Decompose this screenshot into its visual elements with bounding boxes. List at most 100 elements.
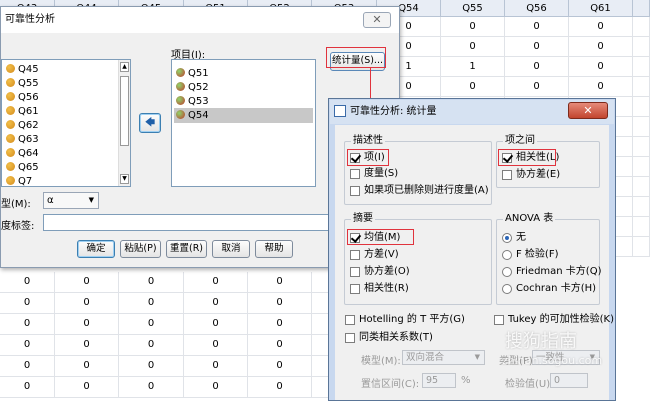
grid-cell[interactable]: 0 [0,356,55,377]
grid-cell[interactable]: 0 [505,57,569,77]
grid-cell[interactable]: 0 [55,377,119,398]
item-variable[interactable]: Q54 [174,108,313,123]
grid-cell[interactable] [633,237,650,257]
grid-cell[interactable] [633,157,650,177]
source-variable-item[interactable]: Q56 [4,90,116,105]
grid-cell[interactable] [633,97,650,117]
cancel-button[interactable]: 取消 [212,240,250,258]
close-icon[interactable]: ✕ [568,102,608,119]
grid-cell[interactable]: 0 [505,17,569,37]
grid-cell[interactable] [633,137,650,157]
paste-button[interactable]: 粘贴(P) [120,240,161,258]
summary-correlations-checkbox[interactable]: 相关性(R) [350,282,409,296]
scroll-thumb[interactable] [120,76,129,146]
grid-cell[interactable]: 0 [0,335,55,356]
variances-checkbox[interactable]: 方差(V) [350,248,399,262]
anova-friedman-radio[interactable]: Friedman 卡方(Q) [502,265,601,279]
grid-cell[interactable] [633,217,650,237]
source-variable-list[interactable]: Q45 Q55 Q56 Q61 Q62 Q63 Q64 Q65 Q7 ▲ ▼ [1,59,131,187]
grid-cell[interactable]: 0 [0,377,55,398]
source-variable-item[interactable]: Q63 [4,132,116,147]
grid-cell[interactable]: 0 [119,272,184,293]
covariances-checkbox[interactable]: 协方差(E) [502,168,560,182]
grid-cell[interactable]: 0 [55,314,119,335]
column-header-q61[interactable]: Q61 [569,0,633,17]
test-value-input[interactable]: 0 [550,373,588,388]
item-variable[interactable]: Q52 [174,80,313,95]
grid-cell[interactable]: 0 [569,37,633,57]
scroll-up-icon[interactable]: ▲ [120,62,129,72]
ci-input[interactable]: 95 [422,373,456,388]
scale-checkbox[interactable]: 度量(S) [350,167,398,181]
icc-checkbox[interactable]: 同类相关系数(T) [345,331,433,345]
grid-cell[interactable]: 0 [248,356,312,377]
grid-cell[interactable]: 0 [184,272,248,293]
source-variable-item[interactable]: Q65 [4,160,116,175]
anova-f-test-radio[interactable]: F 检验(F) [502,248,559,262]
icc-model-select[interactable]: 双向混合 ▼ [402,350,485,365]
grid-cell[interactable]: 0 [505,37,569,57]
grid-cell[interactable]: 1 [441,57,505,77]
grid-cell[interactable]: 0 [119,314,184,335]
item-variable[interactable]: Q51 [174,66,313,81]
source-variable-item[interactable]: Q55 [4,76,116,91]
anova-none-radio[interactable]: 无 [502,231,526,245]
source-variable-item[interactable]: Q61 [4,104,116,119]
grid-cell[interactable]: 0 [55,335,119,356]
grid-cell[interactable]: 0 [505,77,569,97]
grid-cell[interactable]: 0 [55,293,119,314]
items-list[interactable]: Q51 Q52 Q53 Q54 [171,59,316,187]
grid-cell[interactable]: 0 [569,77,633,97]
source-variable-item[interactable]: Q64 [4,146,116,161]
source-variable-item[interactable]: Q45 [4,62,116,77]
grid-cell[interactable]: 0 [569,57,633,77]
source-list-scrollbar[interactable]: ▲ ▼ [118,60,130,186]
grid-cell[interactable] [633,17,650,37]
grid-cell[interactable] [633,197,650,217]
grid-cell[interactable]: 0 [184,377,248,398]
grid-cell[interactable]: 0 [119,293,184,314]
grid-cell[interactable]: 0 [248,314,312,335]
grid-cell[interactable]: 0 [248,377,312,398]
grid-cell[interactable] [633,117,650,137]
hotelling-checkbox[interactable]: Hotelling 的 T 平方(G) [345,313,465,327]
source-variable-item[interactable]: Q7 [4,174,116,189]
reset-button[interactable]: 重置(R) [166,240,207,258]
grid-cell[interactable]: 0 [248,272,312,293]
tukey-checkbox[interactable]: Tukey 的可加性检验(K) [494,313,614,327]
grid-cell[interactable]: 0 [184,356,248,377]
column-header-q56[interactable]: Q56 [505,0,569,17]
move-arrow-button[interactable]: 🡄 [139,113,161,133]
ok-button[interactable]: 确定 [77,240,115,258]
grid-cell[interactable]: 0 [184,335,248,356]
grid-cell[interactable]: 0 [441,77,505,97]
grid-cell[interactable] [633,37,650,57]
grid-cell[interactable]: 0 [441,37,505,57]
source-variable-item[interactable]: Q62 [4,118,116,133]
item-variable[interactable]: Q53 [174,94,313,109]
grid-cell[interactable]: 0 [55,356,119,377]
grid-cell[interactable] [633,57,650,77]
grid-cell[interactable]: 0 [119,356,184,377]
help-button[interactable]: 帮助 [255,240,293,258]
grid-cell[interactable]: 0 [248,293,312,314]
anova-cochran-radio[interactable]: Cochran 卡方(H) [502,282,596,296]
grid-cell[interactable]: 0 [0,272,55,293]
grid-cell[interactable] [633,77,650,97]
column-header-extra[interactable] [633,0,650,17]
scale-if-deleted-checkbox[interactable]: 如果项已删除则进行度量(A) [350,184,489,198]
model-select[interactable]: α ▼ [43,192,99,209]
close-button[interactable]: ✕ [363,12,391,28]
grid-cell[interactable]: 0 [569,17,633,37]
summary-covariances-checkbox[interactable]: 协方差(O) [350,265,410,279]
grid-cell[interactable]: 0 [184,314,248,335]
grid-cell[interactable]: 0 [119,377,184,398]
scroll-down-icon[interactable]: ▼ [120,174,129,184]
column-header-q55[interactable]: Q55 [441,0,505,17]
grid-cell[interactable]: 0 [55,272,119,293]
grid-cell[interactable]: 0 [0,314,55,335]
grid-cell[interactable]: 0 [441,17,505,37]
grid-cell[interactable]: 0 [0,293,55,314]
grid-cell[interactable]: 0 [184,293,248,314]
grid-cell[interactable] [633,177,650,197]
